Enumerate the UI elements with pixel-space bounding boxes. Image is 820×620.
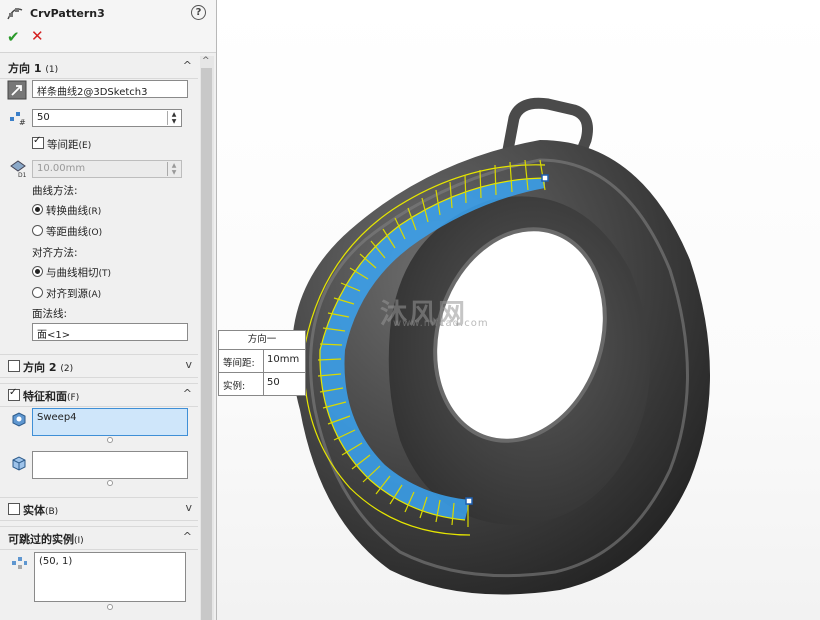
collapse-chevron-icon[interactable]: ^ (183, 59, 192, 72)
transform-curve-label: 转换曲线 (46, 205, 88, 217)
bodies-shortcut: (B) (45, 507, 59, 517)
tangent-label: 与曲线相切 (46, 267, 99, 279)
section-bodies[interactable]: 实体(B) v (0, 497, 198, 521)
collapse-chevron-icon[interactable]: ^ (183, 530, 192, 543)
property-manager-header: CrvPattern3 ? ✔ ✕ (0, 0, 216, 53)
align-origin-label: 对齐到源 (46, 288, 88, 300)
svg-text:D1: D1 (18, 172, 27, 178)
spacing-value: 10.00mm (37, 163, 86, 174)
cancel-button[interactable]: ✕ (31, 27, 44, 45)
radio-selected-icon[interactable] (32, 204, 43, 215)
callout-instances-key: 实例: (223, 381, 246, 392)
callout-spacing-value[interactable]: 10mm (267, 354, 299, 365)
radio-selected-icon[interactable] (32, 266, 43, 277)
list-item[interactable]: (50, 1) (39, 556, 72, 567)
alignment-method-label: 对齐方法: (32, 247, 78, 259)
instances-spinbox[interactable]: 50 ▲ ▼ (32, 109, 182, 127)
instances-icon: # (10, 112, 26, 127)
offset-curve-radio[interactable]: 等距曲线(O) (32, 224, 102, 239)
tangent-to-curve-radio[interactable]: 与曲线相切(T) (32, 265, 111, 280)
graphics-viewport[interactable]: 沐风网 www.mfcad.com (217, 0, 820, 620)
faces-to-pattern-icon (12, 456, 26, 471)
collapse-chevron-icon[interactable]: ^ (183, 387, 192, 400)
direction-1-label: 方向 1 (8, 62, 42, 75)
bodies-label: 实体 (23, 504, 45, 517)
curve-pattern-icon (7, 8, 23, 20)
tangent-shortcut: (T) (98, 269, 112, 279)
faces-list[interactable] (32, 451, 188, 479)
checkbox-checked-icon[interactable] (32, 135, 44, 149)
face-normal-field[interactable]: 面<1> (32, 323, 188, 341)
help-icon[interactable]: ? (191, 5, 206, 20)
offset-curve-shortcut: (O) (88, 228, 103, 238)
callout-instances-value[interactable]: 50 (267, 377, 280, 388)
skip-shortcut: (I) (74, 536, 84, 546)
instances-value: 50 (37, 112, 50, 123)
spinner-arrows-icon[interactable]: ▲ ▼ (167, 162, 180, 176)
section-features-faces[interactable]: 特征和面(F) ^ (0, 383, 198, 407)
callout-instances-row[interactable]: 实例: 50 (219, 372, 305, 395)
curve-end-point-handle[interactable] (465, 497, 473, 505)
curve-start-point-handle[interactable] (541, 174, 549, 182)
skip-label: 可跳过的实例 (8, 533, 74, 546)
section-direction-2[interactable]: 方向 2 (2) v (0, 354, 198, 378)
checkbox-checked-icon[interactable] (8, 387, 20, 401)
spacing-distance-icon: D1 (10, 160, 27, 178)
pattern-curve-field[interactable]: 样条曲线2@3DSketch3 (32, 80, 188, 98)
svg-text:#: # (19, 118, 26, 127)
face-normal-label: 面法线: (32, 308, 68, 320)
features-list[interactable]: Sweep4 (32, 408, 188, 436)
panel-scrollbar[interactable]: ^ (200, 56, 214, 620)
checkbox-unchecked-icon[interactable] (8, 360, 20, 372)
section-instances-to-skip[interactable]: 可跳过的实例(I) ^ (0, 526, 198, 550)
ok-button[interactable]: ✔ (7, 28, 20, 46)
spacing-spinbox[interactable]: 10.00mm ▲ ▼ (32, 160, 182, 178)
equal-spacing-label: 等间距 (47, 139, 79, 151)
checkbox-unchecked-icon[interactable] (8, 503, 20, 515)
radio-unselected-icon[interactable] (32, 287, 43, 298)
features-shortcut: (F) (67, 393, 80, 403)
callout-spacing-row[interactable]: 等间距: 10mm (219, 349, 305, 373)
watermark-url: www.mfcad.com (393, 318, 489, 329)
resize-grip-icon[interactable] (107, 604, 113, 610)
property-manager-panel: CrvPattern3 ? ✔ ✕ ^ 方向 1 (1) ^ 样条曲线2@3DS… (0, 0, 217, 620)
radio-unselected-icon[interactable] (32, 225, 43, 236)
callout-title: 方向一 (219, 331, 305, 350)
offset-curve-label: 等距曲线 (46, 226, 88, 238)
scroll-up-arrow-icon[interactable]: ^ (202, 56, 210, 66)
instances-to-skip-icon (12, 557, 27, 569)
direction-arrow-icon[interactable] (7, 80, 27, 100)
spinner-arrows-icon[interactable]: ▲ ▼ (167, 111, 180, 125)
feature-title: CrvPattern3 (30, 7, 105, 20)
expand-chevron-icon[interactable]: v (185, 358, 192, 371)
equal-spacing-shortcut: (E) (78, 141, 92, 151)
callout-spacing-key: 等间距: (223, 358, 255, 369)
transform-curve-shortcut: (R) (88, 207, 102, 217)
features-to-pattern-icon (12, 412, 26, 427)
direction-2-shortcut: (2) (60, 364, 74, 374)
resize-grip-icon[interactable] (107, 437, 113, 443)
equal-spacing-checkbox[interactable]: 等间距(E) (32, 135, 92, 152)
direction-callout[interactable]: 方向一 等间距: 10mm 实例: 50 (218, 330, 306, 396)
align-to-source-radio[interactable]: 对齐到源(A) (32, 286, 101, 301)
curve-method-label: 曲线方法: (32, 185, 78, 197)
skip-instances-list[interactable]: (50, 1) (34, 552, 186, 602)
scrollbar-thumb[interactable] (201, 68, 212, 620)
model-view[interactable] (217, 0, 820, 620)
direction-2-label: 方向 2 (23, 361, 57, 374)
expand-chevron-icon[interactable]: v (185, 501, 192, 514)
resize-grip-icon[interactable] (107, 480, 113, 486)
align-origin-shortcut: (A) (88, 290, 102, 300)
features-label: 特征和面 (23, 390, 67, 403)
transform-curve-radio[interactable]: 转换曲线(R) (32, 203, 101, 218)
list-item[interactable]: Sweep4 (37, 412, 77, 423)
direction-1-shortcut: (1) (45, 65, 59, 75)
section-direction-1[interactable]: 方向 1 (1) ^ (0, 56, 198, 79)
